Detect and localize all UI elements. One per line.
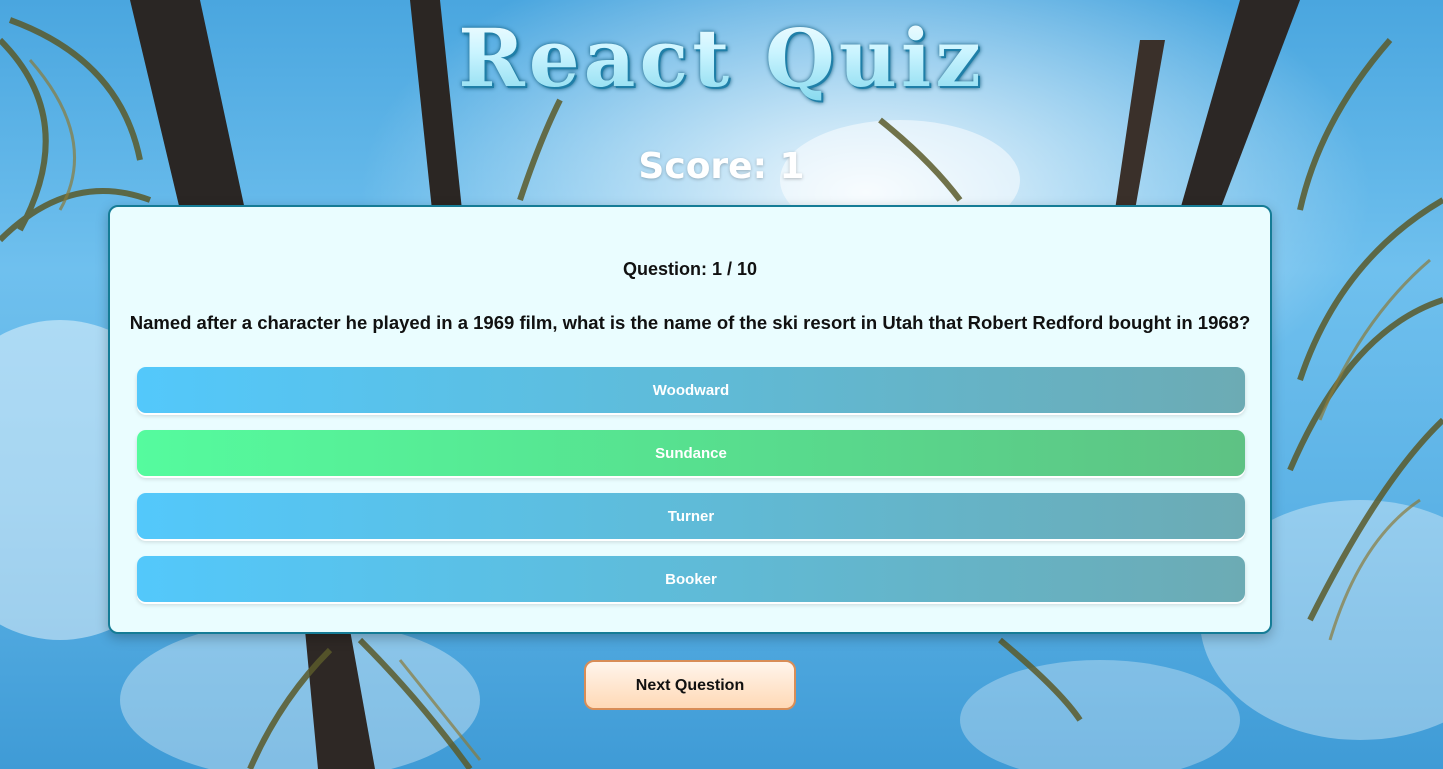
answer-button[interactable]: Booker: [137, 556, 1245, 602]
next-question-button[interactable]: Next Question: [584, 660, 796, 710]
answer-button[interactable]: Woodward: [137, 367, 1245, 413]
question-card: Question: 1 / 10 Named after a character…: [108, 205, 1272, 634]
answer-button[interactable]: Turner: [137, 493, 1245, 539]
answer-button-correct[interactable]: Sundance: [137, 430, 1245, 476]
score-display: Score: 1: [638, 146, 805, 187]
question-counter: Question: 1 / 10: [622, 259, 758, 279]
question-text: Named after a character he played in a 1…: [129, 312, 1251, 333]
app-title: React Quiz: [0, 8, 1443, 108]
answer-list: Woodward Sundance Turner Booker: [137, 367, 1245, 619]
